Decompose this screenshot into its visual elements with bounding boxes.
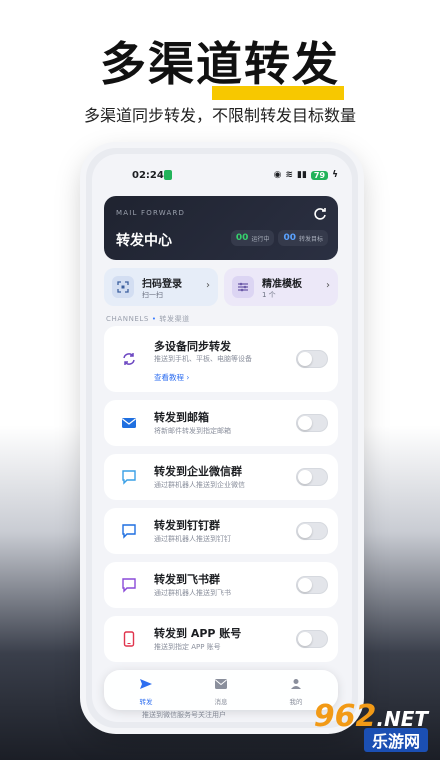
wifi-icon: ≋ <box>285 170 294 180</box>
channel-card-app[interactable]: 转发到 APP 账号 推送到指定 APP 账号 <box>104 616 338 662</box>
chat-icon <box>118 574 140 596</box>
hero-eyebrow: MAIL FORWARD <box>116 209 186 217</box>
channel-desc: 推送到指定 APP 账号 <box>154 643 221 651</box>
channel-card-multidevice[interactable]: 多设备同步转发 推送到手机、平板、电脑等设备 查看教程 › <box>104 326 338 392</box>
app-screen: 02:24 ◉ ≋ ▮▮ 79 ϟ MAIL FORWARD 转发中心 00 运… <box>92 154 352 722</box>
section-dot: • <box>151 315 157 323</box>
tab-label: 转发 <box>139 698 153 706</box>
mail-icon <box>215 679 227 689</box>
channel-toggle[interactable] <box>296 350 328 368</box>
peek-desc: 推送到微信服务号关注用户 <box>142 711 226 719</box>
promo-title: 多渠道转发 <box>0 28 440 100</box>
channel-title: 多设备同步转发 <box>154 340 231 353</box>
channel-desc: 通过群机器人推送到企业微信 <box>154 481 245 489</box>
channel-toggle[interactable] <box>296 576 328 594</box>
section-label-cn: 转发渠道 <box>159 315 190 323</box>
channel-toggle[interactable] <box>296 630 328 648</box>
targets-stat: 00 转发目标 <box>278 230 328 246</box>
charging-icon: ϟ <box>332 170 338 180</box>
tab-label: 消息 <box>214 698 228 706</box>
tutorial-link[interactable]: 查看教程 › <box>154 372 189 383</box>
channel-card-email[interactable]: 转发到邮箱 将新邮件转发到指定邮箱 <box>104 400 338 446</box>
watermark-sub: 乐游网 <box>363 728 428 752</box>
bottom-tab-bar: 转发 消息 我的 <box>104 670 338 710</box>
section-label: CHANNELS • 转发渠道 <box>106 314 190 324</box>
channel-card-feishu[interactable]: 转发到飞书群 通过群机器人推送到飞书 <box>104 562 338 608</box>
channel-title: 转发到钉钉群 <box>154 519 220 532</box>
site-watermark: 962.NET 乐游网 <box>306 699 436 756</box>
camera-icon: ◉ <box>273 170 282 180</box>
scan-login-sub: 扫一扫 <box>142 291 163 299</box>
channel-title: 转发到邮箱 <box>154 411 209 424</box>
channel-title: 转发到飞书群 <box>154 573 220 586</box>
chat-icon <box>118 520 140 542</box>
template-button[interactable]: 精准模板 1 个 › <box>224 268 338 306</box>
running-stat: 00 运行中 <box>230 230 275 246</box>
channel-toggle[interactable] <box>296 414 328 432</box>
template-sub: 1 个 <box>262 291 276 299</box>
channel-toggle[interactable] <box>296 468 328 486</box>
tab-forward[interactable]: 转发 <box>126 675 166 706</box>
targets-count: 00 <box>283 233 296 243</box>
sliders-icon <box>232 276 254 298</box>
status-bar: 02:24 ◉ ≋ ▮▮ 79 ϟ <box>92 168 352 184</box>
channel-card-dingtalk[interactable]: 转发到钉钉群 通过群机器人推送到钉钉 <box>104 508 338 554</box>
hero-title: 转发中心 <box>116 233 172 249</box>
chevron-right-icon: › <box>206 280 210 291</box>
mail-icon <box>118 412 140 434</box>
running-count: 00 <box>235 233 249 243</box>
chevron-right-icon: › <box>326 280 330 291</box>
forward-center-card: MAIL FORWARD 转发中心 00 运行中 00 转发目标 <box>104 196 338 260</box>
targets-label: 转发目标 <box>298 235 323 243</box>
hero-stats: 00 运行中 00 转发目标 <box>230 230 328 246</box>
section-label-en: CHANNELS <box>106 315 149 323</box>
channel-toggle[interactable] <box>296 522 328 540</box>
channel-title: 转发到企业微信群 <box>154 465 242 478</box>
notification-icon <box>164 170 172 180</box>
channel-desc: 通过群机器人推送到飞书 <box>154 589 231 597</box>
chat-icon <box>118 466 140 488</box>
send-icon <box>140 679 152 689</box>
status-icons: ◉ ≋ ▮▮ 79 ϟ <box>274 170 338 180</box>
scan-login-button[interactable]: 扫码登录 扫一扫 › <box>104 268 218 306</box>
refresh-icon[interactable] <box>312 206 328 222</box>
template-label: 精准模板 <box>262 279 302 290</box>
signal-icon: ▮▮ <box>297 170 307 180</box>
status-time: 02:24 <box>132 170 164 181</box>
sync-icon <box>118 348 140 370</box>
phone-frame: 02:24 ◉ ≋ ▮▮ 79 ϟ MAIL FORWARD 转发中心 00 运… <box>86 148 358 728</box>
user-icon <box>291 679 301 689</box>
channel-title: 转发到 APP 账号 <box>154 627 242 640</box>
battery-icon: 79 <box>310 170 329 180</box>
tab-label: 我的 <box>289 698 303 706</box>
channel-card-wecom[interactable]: 转发到企业微信群 通过群机器人推送到企业微信 <box>104 454 338 500</box>
tab-messages[interactable]: 消息 <box>201 675 241 706</box>
scan-login-label: 扫码登录 <box>142 279 182 290</box>
phone-icon <box>118 628 140 650</box>
channel-desc: 通过群机器人推送到钉钉 <box>154 535 231 543</box>
promo-title-text: 多渠道转发 <box>100 37 340 91</box>
tab-profile[interactable]: 我的 <box>276 675 316 706</box>
running-label: 运行中 <box>251 235 270 243</box>
promo-subtitle: 多渠道同步转发，不限制转发目标数量 <box>83 106 356 125</box>
channel-desc: 将新邮件转发到指定邮箱 <box>154 427 231 435</box>
scan-icon <box>112 276 134 298</box>
channel-desc: 推送到手机、平板、电脑等设备 <box>154 355 252 363</box>
